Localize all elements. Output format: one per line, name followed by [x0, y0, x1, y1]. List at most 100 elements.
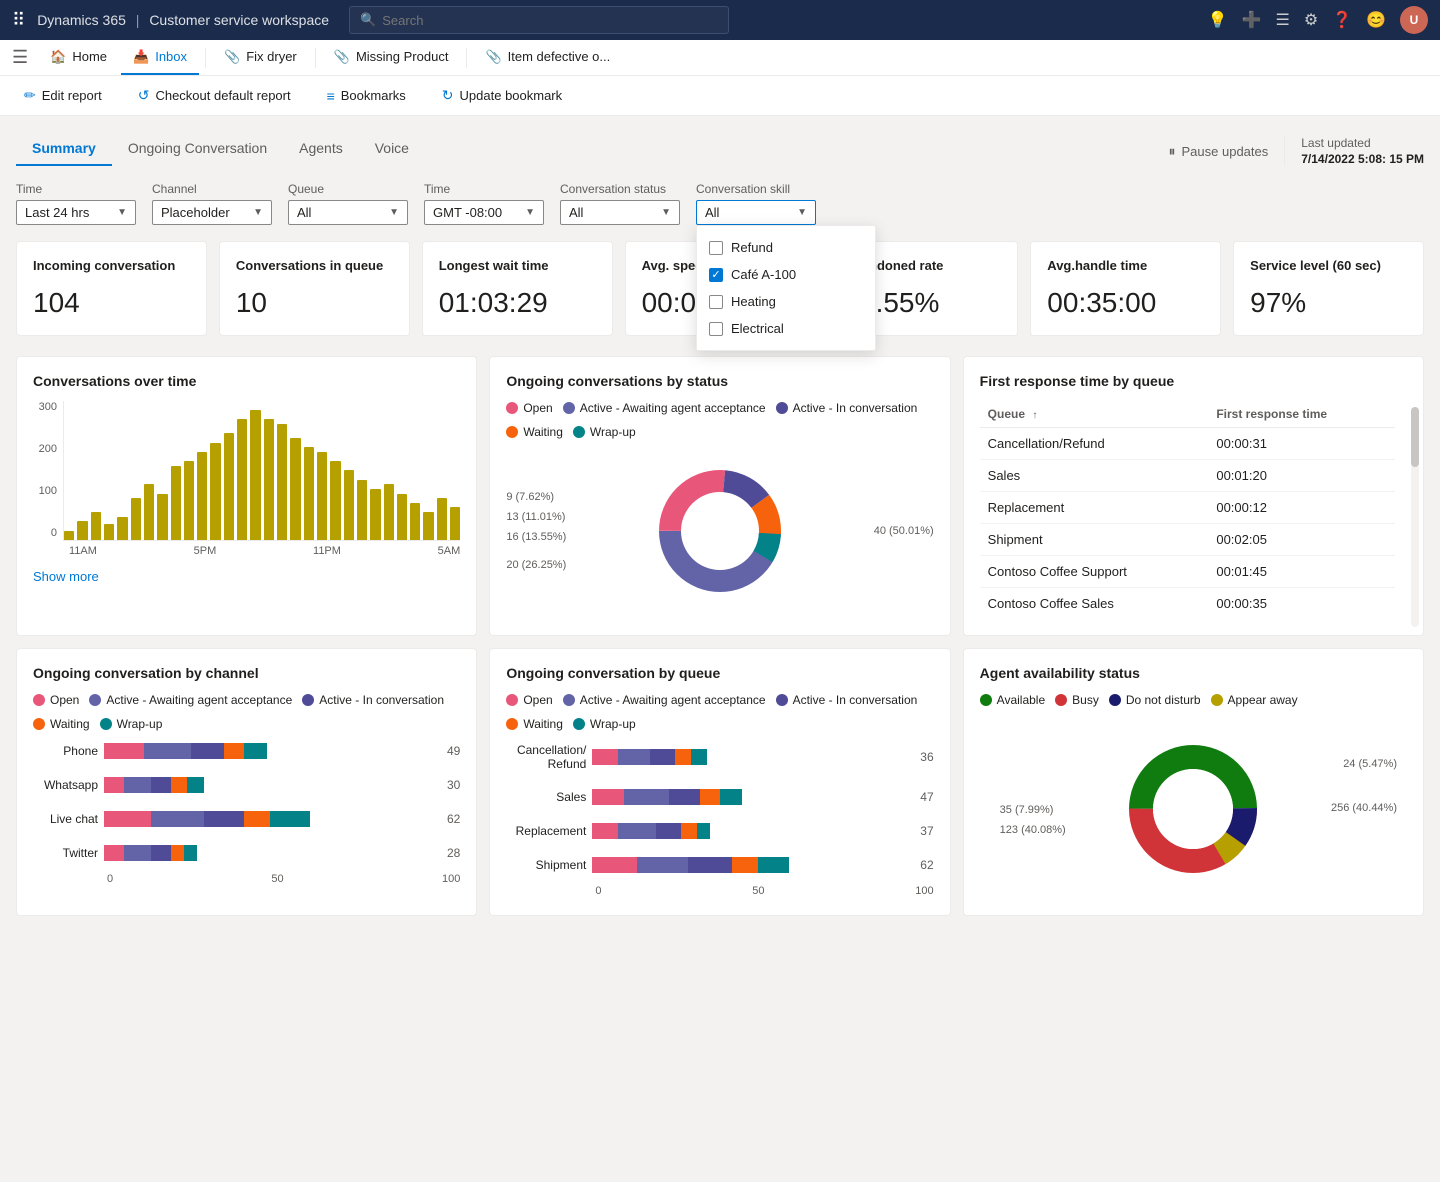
agent-legend-dnd-dot — [1109, 694, 1121, 706]
tab-summary[interactable]: Summary — [16, 132, 112, 166]
skill-checkbox-cafe[interactable]: ✓ — [709, 268, 723, 282]
channel-legend-active-awaiting-dot — [89, 694, 101, 706]
checkout-report-button[interactable]: ↺ Checkout default report — [130, 83, 299, 108]
bar-segment — [410, 503, 420, 540]
table-row: Replacement00:00:12 — [980, 491, 1395, 523]
skill-checkbox-heating[interactable] — [709, 295, 723, 309]
hbar-segment — [204, 811, 244, 827]
agent-legend-busy-dot — [1055, 694, 1067, 706]
scroll-track[interactable] — [1411, 407, 1419, 627]
sort-icon[interactable]: ↑ — [1032, 410, 1037, 421]
conv-status-filter-select[interactable]: All ▼ — [560, 200, 680, 225]
channel-legend: Open Active - Awaiting agent acceptance … — [33, 693, 460, 731]
update-bookmark-button[interactable]: ↻ Update bookmark — [434, 83, 570, 108]
tab-inbox[interactable]: 📥 Inbox — [121, 40, 199, 75]
channel-filter-select[interactable]: Placeholder ▼ — [152, 200, 272, 225]
bar-segment — [397, 494, 407, 540]
skill-option-refund[interactable]: Refund — [697, 234, 875, 261]
hbar-segment — [624, 789, 669, 805]
conv-skill-filter-select[interactable]: All ▼ — [696, 200, 816, 225]
add-icon[interactable]: ➕ — [1242, 10, 1262, 30]
hbar-segment — [732, 857, 757, 873]
hbar-count: 62 — [920, 858, 933, 872]
pause-updates-button[interactable]: ⏸ Pause updates — [1169, 143, 1269, 160]
hbar-segment — [618, 823, 656, 839]
help-icon[interactable]: ❓ — [1332, 10, 1352, 30]
edit-report-button[interactable]: ✏ Edit report — [16, 83, 110, 108]
hbar-segment — [637, 857, 688, 873]
hbar-segment — [681, 823, 697, 839]
skill-checkbox-refund[interactable] — [709, 241, 723, 255]
timezone-filter-select[interactable]: GMT -08:00 ▼ — [424, 200, 544, 225]
legend-waiting-dot — [506, 426, 518, 438]
skill-option-cafe[interactable]: ✓ Café A-100 — [697, 261, 875, 288]
hbar-segment — [691, 749, 707, 765]
hbar-segment — [618, 749, 650, 765]
queue-legend-waiting-dot — [506, 718, 518, 730]
bar-segment — [197, 452, 207, 540]
settings-icon[interactable]: ⚙ — [1304, 10, 1318, 30]
bar-segment — [117, 517, 127, 540]
queue-legend-wrapup: Wrap-up — [573, 717, 636, 731]
tab-home[interactable]: 🏠 Home — [38, 40, 119, 75]
kpi-longest-wait: Longest wait time 01:03:29 — [422, 241, 613, 336]
tab-fix-dryer[interactable]: 📎 Fix dryer — [212, 40, 309, 75]
first-response-card: First response time by queue Queue ↑ Fir… — [963, 356, 1424, 636]
tab-agents[interactable]: Agents — [283, 132, 359, 166]
page-tab-row: Summary Ongoing Conversation Agents Voic… — [16, 132, 1424, 166]
search-icon: 🔍 — [360, 12, 376, 28]
filter-queue: Queue All ▼ — [288, 182, 408, 225]
channel-legend-waiting: Waiting — [33, 717, 90, 731]
missing-product-icon: 📎 — [334, 49, 350, 65]
skill-checkbox-electrical[interactable] — [709, 322, 723, 336]
charts-row-2: Ongoing conversation by channel Open Act… — [16, 648, 1424, 916]
agent-legend-busy: Busy — [1055, 693, 1099, 707]
hbar-segment — [151, 777, 171, 793]
fix-dryer-icon: 📎 — [224, 49, 240, 65]
hbar-segment — [720, 789, 742, 805]
scroll-thumb[interactable] — [1411, 407, 1419, 467]
feedback-icon[interactable]: 😊 — [1366, 10, 1386, 30]
user-avatar[interactable]: U — [1400, 6, 1428, 34]
filter-timezone: Time GMT -08:00 ▼ — [424, 182, 544, 225]
tab-item-defective[interactable]: 📎 Item defective o... — [473, 40, 622, 75]
hbar-segment — [104, 743, 144, 759]
bar-segment — [64, 531, 74, 540]
time-filter-chevron: ▼ — [117, 207, 127, 218]
search-input[interactable] — [382, 13, 718, 28]
waffle-menu[interactable]: ⠿ — [12, 10, 25, 31]
hbar-row: Sales47 — [506, 789, 933, 805]
queue-filter-select[interactable]: All ▼ — [288, 200, 408, 225]
hbar-segment — [650, 749, 675, 765]
search-bar[interactable]: 🔍 — [349, 6, 729, 34]
bar-segment — [77, 521, 87, 540]
hbar-segment — [656, 823, 681, 839]
tab-separator-2 — [315, 48, 316, 68]
tab-bar-menu[interactable]: ☰ — [8, 43, 32, 72]
channel-xaxis: 0 50 100 — [107, 873, 460, 885]
tab-ongoing-conversation[interactable]: Ongoing Conversation — [112, 132, 283, 166]
inbox-tab-icon: 📥 — [133, 49, 149, 65]
agent-legend-away-dot — [1211, 694, 1223, 706]
hbar-row: Shipment62 — [506, 857, 933, 873]
hbar-bars — [592, 857, 910, 873]
tab-bar: ☰ 🏠 Home 📥 Inbox 📎 Fix dryer 📎 Missing P… — [0, 40, 1440, 76]
show-more-link[interactable]: Show more — [33, 569, 460, 584]
notifications-icon[interactable]: 💡 — [1208, 10, 1228, 30]
skill-option-electrical[interactable]: Electrical — [697, 315, 875, 342]
first-response-table-container[interactable]: Queue ↑ First response time Cancellation… — [980, 401, 1407, 619]
channel-legend-active-in-conv-dot — [302, 694, 314, 706]
settings-panel-icon[interactable]: ☰ — [1275, 10, 1289, 30]
bookmarks-button[interactable]: ≡ Bookmarks — [319, 84, 414, 108]
tab-missing-product[interactable]: 📎 Missing Product — [322, 40, 461, 75]
hbar-queue-label: Cancellation/ Refund — [506, 743, 586, 771]
queue-xaxis: 0 50 100 — [595, 885, 933, 897]
top-navigation: ⠿ Dynamics 365 | Customer service worksp… — [0, 0, 1440, 40]
hbar-row: Live chat62 — [33, 811, 460, 827]
skill-option-heating[interactable]: Heating — [697, 288, 875, 315]
hbar-segment — [270, 811, 310, 827]
tab-voice[interactable]: Voice — [359, 132, 425, 166]
hbar-segment — [171, 845, 184, 861]
time-filter-select[interactable]: Last 24 hrs ▼ — [16, 200, 136, 225]
legend-active-in-conv-dot — [776, 402, 788, 414]
